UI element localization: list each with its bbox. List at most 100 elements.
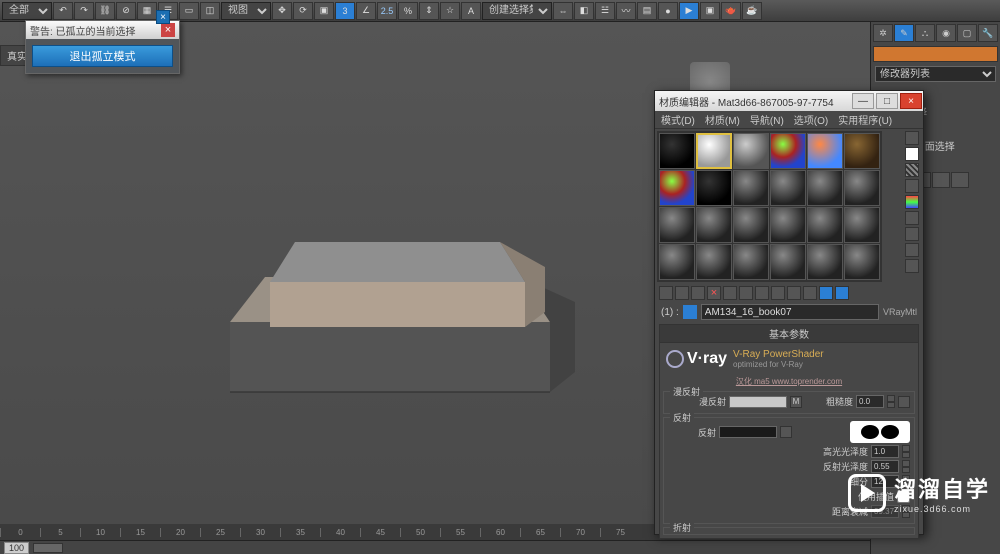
material-slot[interactable]	[770, 244, 806, 280]
make-unique-button[interactable]	[739, 286, 753, 300]
material-slot[interactable]	[659, 244, 695, 280]
put-scene-button[interactable]	[675, 286, 689, 300]
material-type-button[interactable]: VRayMtl	[883, 307, 917, 317]
exit-isolate-button[interactable]: 退出孤立模式	[32, 45, 173, 67]
material-slot[interactable]	[844, 207, 880, 243]
material-slot[interactable]	[807, 207, 843, 243]
move-button[interactable]: ✥	[272, 2, 292, 20]
spin-down-icon[interactable]	[887, 402, 895, 409]
material-slot[interactable]	[807, 170, 843, 206]
render-setup-button[interactable]: ▶	[679, 2, 699, 20]
material-slot[interactable]	[733, 170, 769, 206]
material-slot[interactable]	[696, 170, 732, 206]
close-selection-button[interactable]: ×	[156, 10, 170, 24]
material-slot[interactable]	[733, 244, 769, 280]
link-button[interactable]: ⛓	[95, 2, 115, 20]
utilities-tab[interactable]: 🔧	[978, 24, 998, 42]
show-map-button[interactable]	[787, 286, 801, 300]
redo-button[interactable]: ↷	[74, 2, 94, 20]
material-slot[interactable]	[733, 133, 769, 169]
undo-button[interactable]: ↶	[53, 2, 73, 20]
edit-selection-button[interactable]: ☆	[440, 2, 460, 20]
scrollbar-thumb[interactable]	[33, 543, 63, 553]
roughness-map-button[interactable]	[898, 396, 910, 408]
sample-type-icon[interactable]	[905, 131, 919, 145]
options-icon[interactable]	[905, 227, 919, 241]
abc-button[interactable]: A	[461, 2, 481, 20]
motion-tab[interactable]: ◉	[936, 24, 956, 42]
align-button[interactable]: ◧	[574, 2, 594, 20]
filter-select[interactable]: 全部	[2, 2, 52, 20]
time-slider-bar[interactable]: 100	[0, 540, 870, 554]
material-slot[interactable]	[844, 170, 880, 206]
reflect-color-swatch[interactable]	[719, 426, 777, 438]
modifier-list-select[interactable]: 修改器列表	[875, 66, 996, 82]
mirror-button[interactable]: ⇔	[553, 2, 573, 20]
ref-select[interactable]: 视图	[221, 2, 271, 20]
material-slot[interactable]	[807, 133, 843, 169]
reset-button[interactable]: ×	[707, 286, 721, 300]
menu-navigation[interactable]: 导航(N)	[750, 112, 784, 127]
config-button[interactable]	[951, 172, 969, 188]
diffuse-color-swatch[interactable]	[729, 396, 787, 408]
show-end-button[interactable]	[803, 286, 817, 300]
modify-tab[interactable]: ✎	[894, 24, 914, 42]
close-icon[interactable]: ×	[161, 23, 175, 37]
basic-params-rollout[interactable]: 基本参数	[660, 325, 918, 343]
reflect-map-button[interactable]	[780, 426, 792, 438]
material-slot[interactable]	[770, 170, 806, 206]
named-sel-select[interactable]: 创建选择集	[482, 2, 552, 20]
go-forward-button[interactable]	[835, 286, 849, 300]
schematic-button[interactable]: ▤	[637, 2, 657, 20]
material-slot[interactable]	[733, 207, 769, 243]
select-button[interactable]: ▦	[137, 2, 157, 20]
put-library-button[interactable]	[755, 286, 769, 300]
angle-snap-button[interactable]: ∠	[356, 2, 376, 20]
select-by-material-icon[interactable]	[905, 243, 919, 257]
material-slot[interactable]	[844, 133, 880, 169]
material-slot[interactable]	[659, 207, 695, 243]
material-editor-titlebar[interactable]: 材质编辑器 - Mat3d66-867005-97-7754 — □ ×	[655, 91, 923, 111]
menu-mode[interactable]: 模式(D)	[661, 112, 695, 127]
display-tab[interactable]: ▢	[957, 24, 977, 42]
material-slot[interactable]	[659, 170, 695, 206]
backlight-icon[interactable]	[905, 147, 919, 161]
go-parent-button[interactable]	[819, 286, 833, 300]
material-id-button[interactable]	[771, 286, 785, 300]
material-slot[interactable]	[770, 207, 806, 243]
menu-options[interactable]: 选项(O)	[794, 112, 828, 127]
menu-utilities[interactable]: 实用程序(U)	[838, 112, 892, 127]
material-map-nav-icon[interactable]	[905, 259, 919, 273]
material-editor-button[interactable]: ●	[658, 2, 678, 20]
sample-uv-icon[interactable]	[905, 179, 919, 193]
background-icon[interactable]	[905, 163, 919, 177]
material-slot[interactable]	[696, 244, 732, 280]
diffuse-map-button[interactable]: M	[790, 396, 802, 408]
material-slot-active[interactable]	[696, 133, 732, 169]
select-rect-button[interactable]: ▭	[179, 2, 199, 20]
unlink-button[interactable]: ⊘	[116, 2, 136, 20]
layer-button[interactable]: ☱	[595, 2, 615, 20]
rotate-button[interactable]: ⟳	[293, 2, 313, 20]
material-slot[interactable]	[807, 244, 843, 280]
material-slot[interactable]	[844, 244, 880, 280]
material-slot[interactable]	[696, 207, 732, 243]
assign-button[interactable]	[691, 286, 705, 300]
minimize-button[interactable]: —	[852, 93, 874, 109]
close-button[interactable]: ×	[900, 93, 922, 109]
roughness-spinner[interactable]: 0.0	[856, 395, 884, 408]
render-frame-button[interactable]: ▣	[700, 2, 720, 20]
pick-material-button[interactable]	[683, 305, 697, 319]
maximize-button[interactable]: □	[876, 93, 898, 109]
material-slot[interactable]	[770, 133, 806, 169]
spin-down-icon[interactable]	[902, 452, 910, 459]
create-tab[interactable]: ✲	[873, 24, 893, 42]
percent-snap-button[interactable]: %	[398, 2, 418, 20]
material-name-input[interactable]	[701, 304, 879, 320]
make-preview-icon[interactable]	[905, 211, 919, 225]
get-material-button[interactable]	[659, 286, 673, 300]
window-crossing-button[interactable]: ◫	[200, 2, 220, 20]
object-color-swatch[interactable]	[873, 46, 998, 62]
hierarchy-tab[interactable]: ⛬	[915, 24, 935, 42]
hilight-spinner[interactable]: 1.0	[871, 445, 899, 458]
